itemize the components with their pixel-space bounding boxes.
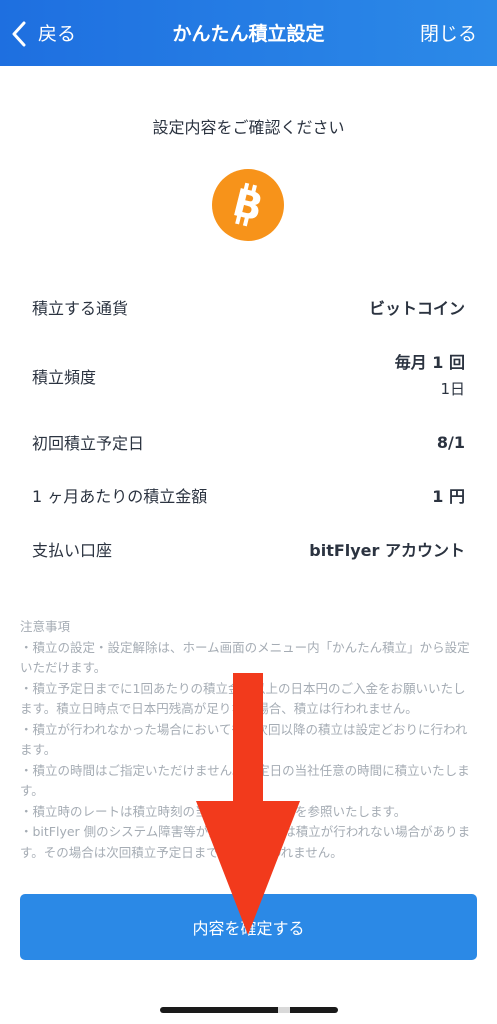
note-item: ・積立予定日までに1回あたりの積立金額以上の日本円のご入金をお願いいたします。積… <box>20 680 466 717</box>
close-button[interactable]: 閉じる <box>420 21 477 47</box>
detail-row-frequency: 積立頻度 <box>32 363 465 389</box>
note-item: ・bitFlyer 側のシステム障害等が発生した場合は積立が行われない場合があり… <box>20 824 471 860</box>
confirm-button[interactable]: 内容を確定する <box>20 894 477 960</box>
monthly-amount-label: 1 ヶ月あたりの積立金額 <box>32 487 208 506</box>
note-item: ・積立時のレートは積立時刻の当社取引所の価格を参照いたします。 <box>20 803 407 819</box>
monthly-amount-value: 1 円 <box>432 487 465 506</box>
notes-section: 注意事項 ・積立の設定・設定解除は、ホーム画面のメニュー内「かんたん積立」から設… <box>20 617 475 872</box>
payment-account-value: bitFlyer アカウント <box>309 541 465 560</box>
detail-row-currency: 積立する通貨 ビットコイン <box>32 294 465 320</box>
currency-label: 積立する通貨 <box>32 299 129 318</box>
note-item: ・積立の時間はご指定いただけません。指定日の当社任意の時間に積立いたします。 <box>20 762 470 799</box>
first-date-label: 初回積立予定日 <box>32 434 145 453</box>
confirm-subtitle: 設定内容をご確認ください <box>152 118 345 137</box>
detail-row-payment-account: 支払い口座 bitFlyer アカウント <box>32 536 465 562</box>
note-item: ・積立の設定・設定解除は、ホーム画面のメニュー内「かんたん積立」から設定いただけ… <box>20 639 470 676</box>
home-indicator <box>160 1007 338 1013</box>
frequency-label: 積立頻度 <box>32 368 97 387</box>
notes-heading: 注意事項 <box>20 619 71 634</box>
first-date-value: 8/1 <box>436 432 465 452</box>
header-bar: 戻る かんたん積立設定 閉じる <box>0 0 497 66</box>
frequency-day: 1日 <box>440 380 465 398</box>
bitcoin-icon: B <box>212 169 284 241</box>
note-item: ・積立が行われなかった場合においても、次回以降の積立は設定どおりに行われます。 <box>20 721 468 758</box>
currency-value: ビットコイン <box>368 299 465 318</box>
detail-row-first-date: 初回積立予定日 8/1 <box>32 429 465 455</box>
detail-row-monthly-amount: 1 ヶ月あたりの積立金額 1 円 <box>32 482 465 508</box>
payment-account-label: 支払い口座 <box>32 541 113 560</box>
